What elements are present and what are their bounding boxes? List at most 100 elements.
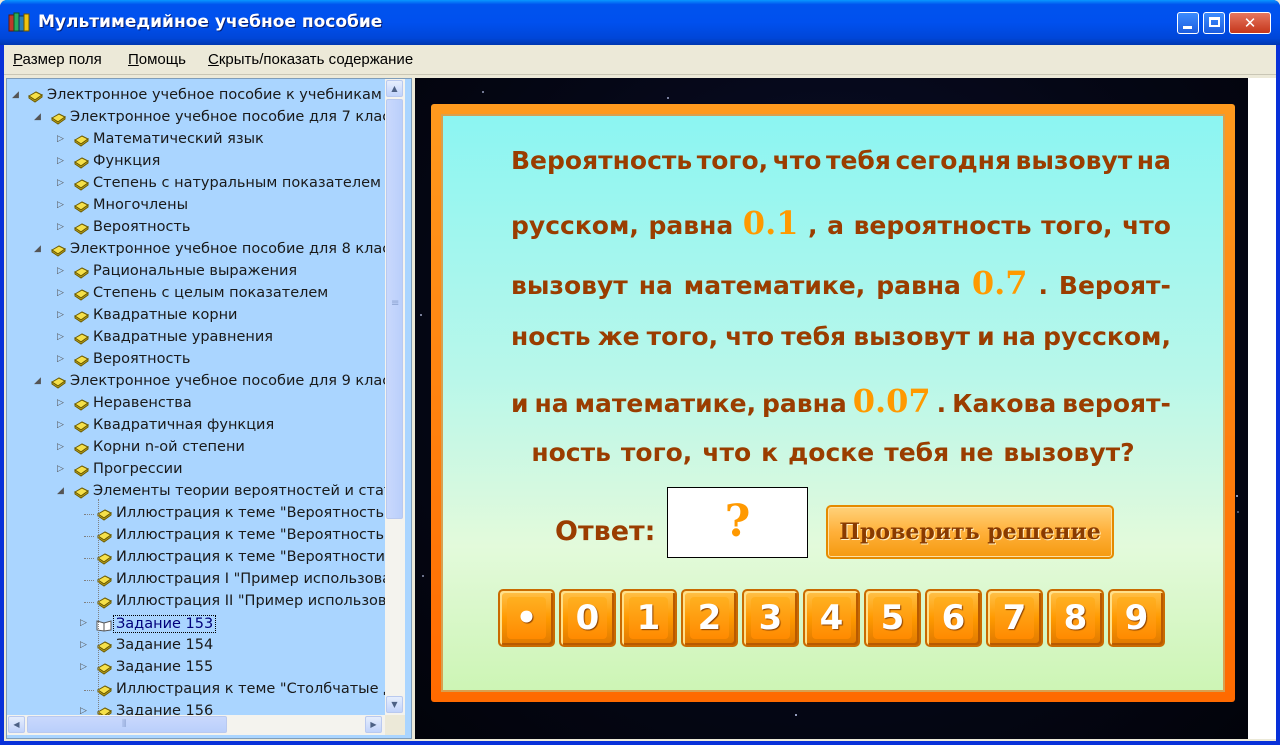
tree-item[interactable]: Иллюстрация II "Пример использования"	[7, 591, 385, 613]
tree-item-label[interactable]: Иллюстрация к теме "Столбчатые диаграммы…	[116, 681, 385, 697]
tree-item-label[interactable]: Квадратные уравнения	[93, 329, 273, 345]
scroll-left-button[interactable]: ◀	[8, 716, 25, 733]
tree-item[interactable]: ◢ Электронное учебное пособие для 8 класс…	[7, 239, 385, 261]
tree-item[interactable]: ▷ Квадратные корни	[7, 305, 385, 327]
tree-item[interactable]: ▷ Прогрессии	[7, 459, 385, 481]
key-digit-6[interactable]: 6	[925, 589, 982, 647]
expand-icon[interactable]: ▷	[57, 222, 66, 233]
tree-item[interactable]: ▷ Степень с натуральным показателем	[7, 173, 385, 195]
tree-item-label[interactable]: Задание 155	[116, 659, 213, 675]
key-digit-4[interactable]: 4	[803, 589, 860, 647]
expand-icon[interactable]: ▷	[80, 640, 89, 651]
answer-input[interactable]: ?	[667, 487, 808, 558]
tree-item[interactable]: ▷ Задание 155	[7, 657, 385, 679]
key-digit-1[interactable]: 1	[620, 589, 677, 647]
tree-item[interactable]: Иллюстрация к теме "Столбчатые диаграммы…	[7, 679, 385, 701]
tree-item-label[interactable]: Электронное учебное пособие к учебникам	[47, 87, 382, 103]
scroll-right-button[interactable]: ▶	[365, 716, 382, 733]
scroll-thumb-vertical[interactable]: ≡	[386, 99, 403, 519]
expand-icon[interactable]: ▷	[57, 156, 66, 167]
close-button[interactable]: ✕	[1229, 12, 1271, 34]
check-solution-button[interactable]: Проверить решение	[826, 505, 1114, 559]
tree-item[interactable]: ▷ Вероятность	[7, 217, 385, 239]
expand-icon[interactable]: ▷	[57, 200, 66, 211]
expand-icon[interactable]: ▷	[57, 178, 66, 189]
tree-item-label[interactable]: Вероятность	[93, 219, 190, 235]
tree-item-label[interactable]: Рациональные выражения	[93, 263, 297, 279]
tree-item[interactable]: Иллюстрация к теме "Вероятности"	[7, 547, 385, 569]
collapse-icon[interactable]: ◢	[12, 90, 21, 101]
tree-item-label[interactable]: Электронное учебное пособие для 9 класса	[70, 373, 385, 389]
tree-item[interactable]: ▷ Квадратичная функция	[7, 415, 385, 437]
menu-field-size[interactable]: Размер поля	[13, 51, 102, 68]
maximize-button[interactable]	[1203, 12, 1225, 34]
expand-icon[interactable]: ▷	[57, 288, 66, 299]
expand-icon[interactable]: ▷	[57, 310, 66, 321]
tree-item[interactable]: Иллюстрация к теме "Вероятность"	[7, 525, 385, 547]
tree-item-label[interactable]: Многочлены	[93, 197, 188, 213]
scroll-up-button[interactable]: ▲	[386, 80, 403, 97]
tree-item[interactable]: ▷ Квадратные уравнения	[7, 327, 385, 349]
minimize-button[interactable]	[1177, 12, 1199, 34]
collapse-icon[interactable]: ◢	[57, 486, 66, 497]
tree-item[interactable]: ▷ Задание 156	[7, 701, 385, 715]
expand-icon[interactable]: ▷	[57, 266, 66, 277]
expand-icon[interactable]: ▷	[80, 618, 89, 629]
tree-item-label[interactable]: Задание 153	[113, 615, 217, 633]
expand-icon[interactable]: ▷	[57, 398, 66, 409]
expand-icon[interactable]: ▷	[80, 662, 89, 673]
key-digit-8[interactable]: 8	[1047, 589, 1104, 647]
menu-help[interactable]: Помощь	[128, 51, 186, 68]
key-digit-0[interactable]: 0	[559, 589, 616, 647]
tree-item[interactable]: Иллюстрация I "Пример использования"	[7, 569, 385, 591]
tree-item[interactable]: ▷ Математический язык	[7, 129, 385, 151]
tree-item-label[interactable]: Корни n-ой степени	[93, 439, 245, 455]
tree-item-label[interactable]: Электронное учебное пособие для 7 класса	[70, 109, 385, 125]
tree-item[interactable]: ▷ Неравенства	[7, 393, 385, 415]
tree-vertical-scrollbar[interactable]: ▲ ≡ ▼	[385, 79, 405, 715]
contents-tree[interactable]: ◢ Электронное учебное пособие к учебникам…	[6, 78, 412, 739]
key-digit-9[interactable]: 9	[1108, 589, 1165, 647]
tree-item-label[interactable]: Математический язык	[93, 131, 264, 147]
tree-item[interactable]: ◢ Элементы теории вероятностей и статисти…	[7, 481, 385, 503]
tree-item[interactable]: ▷ Функция	[7, 151, 385, 173]
tree-item[interactable]: ▷ Вероятность	[7, 349, 385, 371]
tree-item-label[interactable]: Квадратные корни	[93, 307, 237, 323]
tree-item[interactable]: ◢ Электронное учебное пособие для 9 класс…	[7, 371, 385, 393]
menu-toggle-contents[interactable]: Скрыть/показать содержание	[208, 51, 413, 68]
tree-item-label[interactable]: Степень с целым показателем	[93, 285, 328, 301]
tree-item-label[interactable]: Иллюстрация к теме "Вероятность"	[116, 527, 385, 543]
expand-icon[interactable]: ▷	[57, 134, 66, 145]
tree-item-label[interactable]: Элементы теории вероятностей и статистик…	[93, 483, 385, 499]
key-decimal-point[interactable]: •	[498, 589, 555, 647]
expand-icon[interactable]: ▷	[80, 706, 89, 715]
tree-item[interactable]: Иллюстрация к теме "Вероятность"	[7, 503, 385, 525]
expand-icon[interactable]: ▷	[57, 442, 66, 453]
expand-icon[interactable]: ▷	[57, 464, 66, 475]
key-digit-2[interactable]: 2	[681, 589, 738, 647]
tree-item[interactable]: ◢ Электронное учебное пособие для 7 класс…	[7, 107, 385, 129]
collapse-icon[interactable]: ◢	[34, 244, 43, 255]
tree-item-label[interactable]: Функция	[93, 153, 160, 169]
tree-item-label[interactable]: Иллюстрация к теме "Вероятность"	[116, 505, 385, 521]
expand-icon[interactable]: ▷	[57, 332, 66, 343]
key-digit-5[interactable]: 5	[864, 589, 921, 647]
tree-item-label[interactable]: Степень с натуральным показателем	[93, 175, 381, 191]
tree-item-label[interactable]: Прогрессии	[93, 461, 183, 477]
tree-item-label[interactable]: Электронное учебное пособие для 8 класса	[70, 241, 385, 257]
key-digit-7[interactable]: 7	[986, 589, 1043, 647]
tree-horizontal-scrollbar[interactable]: ◀ ⦀ ▶	[7, 715, 385, 735]
tree-item[interactable]: ▷ Задание 154	[7, 635, 385, 657]
key-digit-3[interactable]: 3	[742, 589, 799, 647]
tree-item[interactable]: ▷ Рациональные выражения	[7, 261, 385, 283]
tree-item[interactable]: ▷ Задание 153	[7, 613, 385, 635]
tree-item[interactable]: ▷ Многочлены	[7, 195, 385, 217]
tree-item-label[interactable]: Неравенства	[93, 395, 192, 411]
tree-item-label[interactable]: Вероятность	[93, 351, 190, 367]
collapse-icon[interactable]: ◢	[34, 376, 43, 387]
tree-item-label[interactable]: Иллюстрация к теме "Вероятности"	[116, 549, 385, 565]
expand-icon[interactable]: ▷	[57, 420, 66, 431]
tree-item[interactable]: ▷ Корни n-ой степени	[7, 437, 385, 459]
tree-item-label[interactable]: Задание 154	[116, 637, 213, 653]
tree-item[interactable]: ◢ Электронное учебное пособие к учебникам	[7, 85, 385, 107]
